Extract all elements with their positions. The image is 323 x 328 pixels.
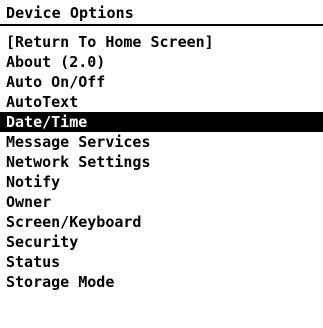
menu-item-owner[interactable]: Owner xyxy=(0,192,323,212)
menu-item-return-to-home-screen[interactable]: [Return To Home Screen] xyxy=(0,32,323,52)
title-bar: Device Options xyxy=(0,0,323,26)
menu-item-storage-mode[interactable]: Storage Mode xyxy=(0,272,323,292)
page-title: Device Options xyxy=(6,4,134,22)
device-options-screen: Device Options [Return To Home Screen] A… xyxy=(0,0,323,328)
menu-item-status[interactable]: Status xyxy=(0,252,323,272)
menu-item-date-time[interactable]: Date/Time xyxy=(0,112,323,132)
menu-item-auto-on-off[interactable]: Auto On/Off xyxy=(0,72,323,92)
menu-item-security[interactable]: Security xyxy=(0,232,323,252)
menu-item-about[interactable]: About (2.0) xyxy=(0,52,323,72)
empty-screen-area xyxy=(0,306,323,328)
menu-item-notify[interactable]: Notify xyxy=(0,172,323,192)
menu-item-message-services[interactable]: Message Services xyxy=(0,132,323,152)
menu-item-network-settings[interactable]: Network Settings xyxy=(0,152,323,172)
menu-item-screen-keyboard[interactable]: Screen/Keyboard xyxy=(0,212,323,232)
options-menu: [Return To Home Screen] About (2.0) Auto… xyxy=(0,32,323,292)
menu-item-autotext[interactable]: AutoText xyxy=(0,92,323,112)
